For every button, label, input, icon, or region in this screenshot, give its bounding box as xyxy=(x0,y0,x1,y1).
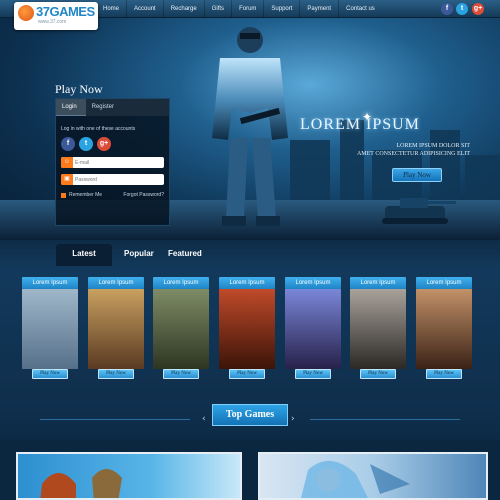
remember-row: Remember Me Forgot Password? xyxy=(61,192,169,198)
game-card[interactable]: Lorem Ipsum Play Now xyxy=(219,277,275,381)
top-games-title: Top Games xyxy=(212,404,288,426)
heroine-artwork xyxy=(301,461,410,498)
featured-game-banner[interactable] xyxy=(16,452,242,500)
remember-label: Remember Me xyxy=(69,192,103,198)
game-card-image xyxy=(153,289,209,369)
game-card-image xyxy=(350,289,406,369)
divider xyxy=(40,419,190,420)
chevron-left-icon[interactable]: ‹ xyxy=(202,414,206,424)
password-field: ▣ xyxy=(61,174,165,185)
game-card[interactable]: Lorem Ipsum Play Now xyxy=(22,277,78,381)
game-card-image xyxy=(416,289,472,369)
nav-recharge[interactable]: Recharge xyxy=(162,0,204,18)
nav-support[interactable]: Support xyxy=(263,0,299,18)
sparkle-icon: ✦ xyxy=(362,110,373,124)
tab-register[interactable]: Register xyxy=(85,99,169,116)
game-card[interactable]: Lorem Ipsum Play Now xyxy=(285,277,341,381)
site-logo[interactable]: 37GAMES www.37.com xyxy=(14,2,98,30)
game-card-label: Lorem Ipsum xyxy=(416,277,472,289)
twitter-icon[interactable]: t xyxy=(456,3,468,15)
password-input[interactable] xyxy=(75,175,165,184)
nav-forum[interactable]: Forum xyxy=(231,0,263,18)
hero-banner: Play Now Login Register Log in with one … xyxy=(0,18,500,240)
twitter-login-icon[interactable]: t xyxy=(79,137,93,151)
game-card-label: Lorem Ipsum xyxy=(153,277,209,289)
heroes-artwork xyxy=(40,469,122,498)
login-social-buttons: f t g+ xyxy=(61,137,169,151)
hero-subtitle-line2: AMET CONSECTETUR ADIPISICING ELIT xyxy=(356,151,470,157)
game-card-image xyxy=(88,289,144,369)
game-card-label: Lorem Ipsum xyxy=(219,277,275,289)
game-card-play-button[interactable]: Play Now xyxy=(360,369,396,379)
facebook-login-icon[interactable]: f xyxy=(61,137,75,151)
remember-checkbox[interactable] xyxy=(61,192,66,198)
forgot-password-link[interactable]: Forgot Password? xyxy=(123,192,164,198)
email-input[interactable] xyxy=(75,158,165,167)
hero-title: LOREM IPSUM xyxy=(300,116,420,133)
game-card-play-button[interactable]: Play Now xyxy=(98,369,134,379)
game-card-image xyxy=(22,289,78,369)
tab-login[interactable]: Login xyxy=(56,99,86,116)
login-subtitle: Log in with one of these accounts xyxy=(61,126,136,132)
hero-subtitle: LOREM IPSUM DOLOR SIT AMET CONSECTETUR A… xyxy=(340,142,470,158)
game-card[interactable]: Lorem Ipsum Play Now xyxy=(350,277,406,381)
featured-game-banner[interactable] xyxy=(258,452,488,500)
logo-mark-icon xyxy=(18,5,34,21)
login-title: Play Now xyxy=(55,82,103,96)
tank-figure xyxy=(382,198,456,224)
logo-subtext: www.37.com xyxy=(38,19,67,25)
nav-links: Home Account Recharge Gifts Forum Suppor… xyxy=(96,0,382,18)
game-card[interactable]: Lorem Ipsum Play Now xyxy=(153,277,209,381)
nav-gifts[interactable]: Gifts xyxy=(203,0,231,18)
game-card-play-button[interactable]: Play Now xyxy=(32,369,68,379)
game-card-label: Lorem Ipsum xyxy=(22,277,78,289)
logo-text: 37GAMES xyxy=(36,4,95,19)
tab-popular[interactable]: Popular xyxy=(124,244,154,266)
game-card-label: Lorem Ipsum xyxy=(88,277,144,289)
game-tabs: Latest Popular Featured xyxy=(0,240,500,268)
nav-home[interactable]: Home xyxy=(96,0,126,18)
tab-featured[interactable]: Featured xyxy=(168,244,202,266)
googleplus-login-icon[interactable]: g+ xyxy=(97,137,111,151)
game-card-play-button[interactable]: Play Now xyxy=(163,369,199,379)
user-icon: ☺ xyxy=(61,157,73,168)
game-card-label: Lorem Ipsum xyxy=(350,277,406,289)
game-card-play-button[interactable]: Play Now xyxy=(426,369,462,379)
hero-subtitle-line1: LOREM IPSUM DOLOR SIT xyxy=(396,143,470,149)
soldier-figure xyxy=(212,27,288,226)
login-tabs: Login Register xyxy=(56,99,169,116)
login-panel: Login Register Log in with one of these … xyxy=(55,98,170,226)
hero-play-button[interactable]: Play Now xyxy=(392,168,442,182)
nav-contact[interactable]: Contact us xyxy=(338,0,382,18)
lock-icon: ▣ xyxy=(61,174,73,185)
divider xyxy=(310,419,460,420)
game-cards: Lorem Ipsum Play Now Lorem Ipsum Play No… xyxy=(0,268,500,400)
email-field: ☺ xyxy=(61,157,165,168)
game-card[interactable]: Lorem Ipsum Play Now xyxy=(88,277,144,381)
game-card-play-button[interactable]: Play Now xyxy=(229,369,265,379)
game-card-image xyxy=(285,289,341,369)
game-card-image xyxy=(219,289,275,369)
top-games-showcase xyxy=(0,440,500,500)
googleplus-icon[interactable]: g+ xyxy=(472,3,484,15)
game-card[interactable]: Lorem Ipsum Play Now xyxy=(416,277,472,381)
chevron-right-icon[interactable]: › xyxy=(291,414,295,424)
game-card-play-button[interactable]: Play Now xyxy=(295,369,331,379)
tab-latest[interactable]: Latest xyxy=(56,244,112,266)
facebook-icon[interactable]: f xyxy=(441,3,453,15)
game-card-label: Lorem Ipsum xyxy=(285,277,341,289)
nav-account[interactable]: Account xyxy=(126,0,163,18)
nav-payment[interactable]: Payment xyxy=(299,0,338,18)
